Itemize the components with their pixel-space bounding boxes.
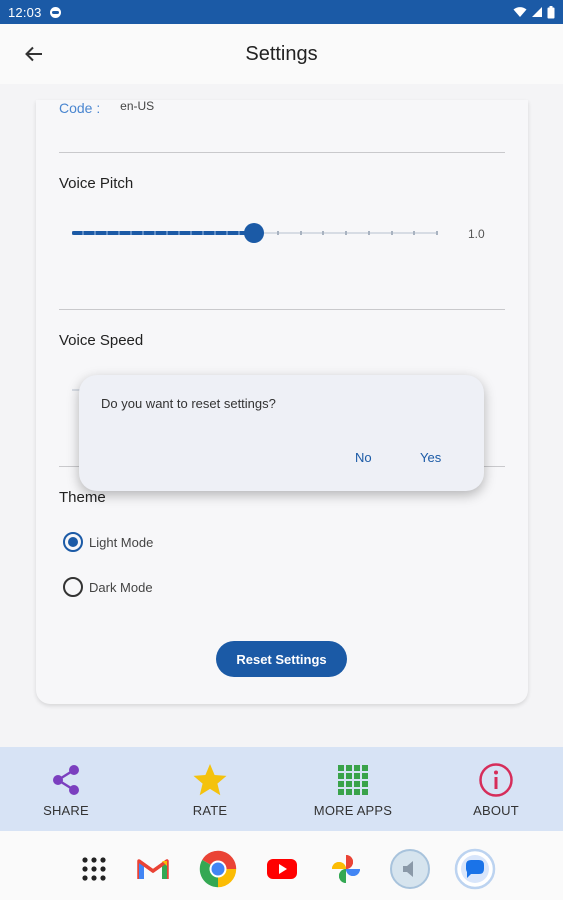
- messages-icon[interactable]: [454, 848, 496, 890]
- gmail-icon[interactable]: [135, 851, 171, 887]
- wifi-icon: [513, 7, 527, 17]
- page-title: Settings: [245, 42, 318, 65]
- signal-icon: [532, 7, 542, 17]
- arrow-left-icon: [25, 46, 42, 62]
- app-drawer-icon[interactable]: [76, 851, 112, 887]
- reset-settings-button[interactable]: Reset Settings: [216, 641, 347, 677]
- grid-icon: [337, 763, 369, 797]
- youtube-icon[interactable]: [264, 851, 300, 887]
- slider-tick: [345, 231, 347, 235]
- code-value: en-US: [120, 99, 155, 113]
- voice-pitch-slider[interactable]: [72, 223, 438, 243]
- volume-icon[interactable]: [389, 848, 431, 890]
- dialog-no-button[interactable]: No: [355, 450, 372, 465]
- slider-tick: [368, 231, 370, 235]
- slider-tick: [391, 231, 393, 235]
- slider-tick: [413, 231, 415, 235]
- dialog-message: Do you want to reset settings?: [101, 396, 276, 411]
- nav-about-label: ABOUT: [473, 803, 519, 818]
- bottom-nav: SHARE RATE MORE APPS ABOUT: [0, 747, 563, 831]
- photos-icon[interactable]: [328, 851, 364, 887]
- divider: [59, 152, 505, 153]
- nav-about[interactable]: ABOUT: [441, 747, 551, 831]
- slider-tick: [300, 231, 302, 235]
- slider-fill: [72, 231, 254, 235]
- dark-mode-label: Dark Mode: [89, 579, 153, 595]
- voice-speed-label: Voice Speed: [59, 332, 144, 349]
- system-dock: [0, 831, 563, 900]
- info-icon: [478, 763, 514, 797]
- star-icon: [192, 763, 228, 797]
- slider-tick: [322, 231, 324, 235]
- nav-more-apps-label: MORE APPS: [313, 803, 393, 818]
- back-button[interactable]: [20, 40, 48, 68]
- notification-icon: [49, 6, 61, 18]
- share-icon: [49, 763, 83, 797]
- app-bar: Settings: [0, 24, 563, 84]
- chrome-icon[interactable]: [197, 848, 239, 890]
- light-mode-label: Light Mode: [89, 534, 154, 550]
- radio-button[interactable]: [63, 577, 83, 597]
- code-row: Code : en-US: [59, 99, 155, 116]
- nav-rate-label: RATE: [192, 803, 228, 818]
- radio-button[interactable]: [63, 532, 83, 552]
- status-icons: [513, 5, 555, 19]
- nav-share[interactable]: SHARE: [11, 747, 121, 831]
- light-mode-option[interactable]: Light Mode: [63, 532, 153, 552]
- slider-tick: [277, 231, 279, 235]
- code-label: Code :: [59, 100, 101, 116]
- slider-tick: [436, 231, 438, 235]
- status-bar: 12:03: [0, 0, 563, 24]
- divider: [59, 309, 505, 310]
- battery-icon: [547, 5, 555, 18]
- status-time: 12:03: [8, 4, 42, 20]
- dark-mode-option[interactable]: Dark Mode: [63, 577, 153, 597]
- reset-dialog: Do you want to reset settings? No Yes: [79, 375, 484, 491]
- nav-rate[interactable]: RATE: [155, 747, 265, 831]
- nav-share-label: SHARE: [43, 803, 89, 818]
- voice-pitch-value: 1.0: [468, 227, 485, 241]
- slider-thumb[interactable]: [244, 223, 264, 243]
- nav-more-apps[interactable]: MORE APPS: [298, 747, 408, 831]
- theme-label: Theme: [59, 489, 106, 506]
- dialog-yes-button[interactable]: Yes: [420, 450, 441, 465]
- voice-pitch-label: Voice Pitch: [59, 175, 134, 192]
